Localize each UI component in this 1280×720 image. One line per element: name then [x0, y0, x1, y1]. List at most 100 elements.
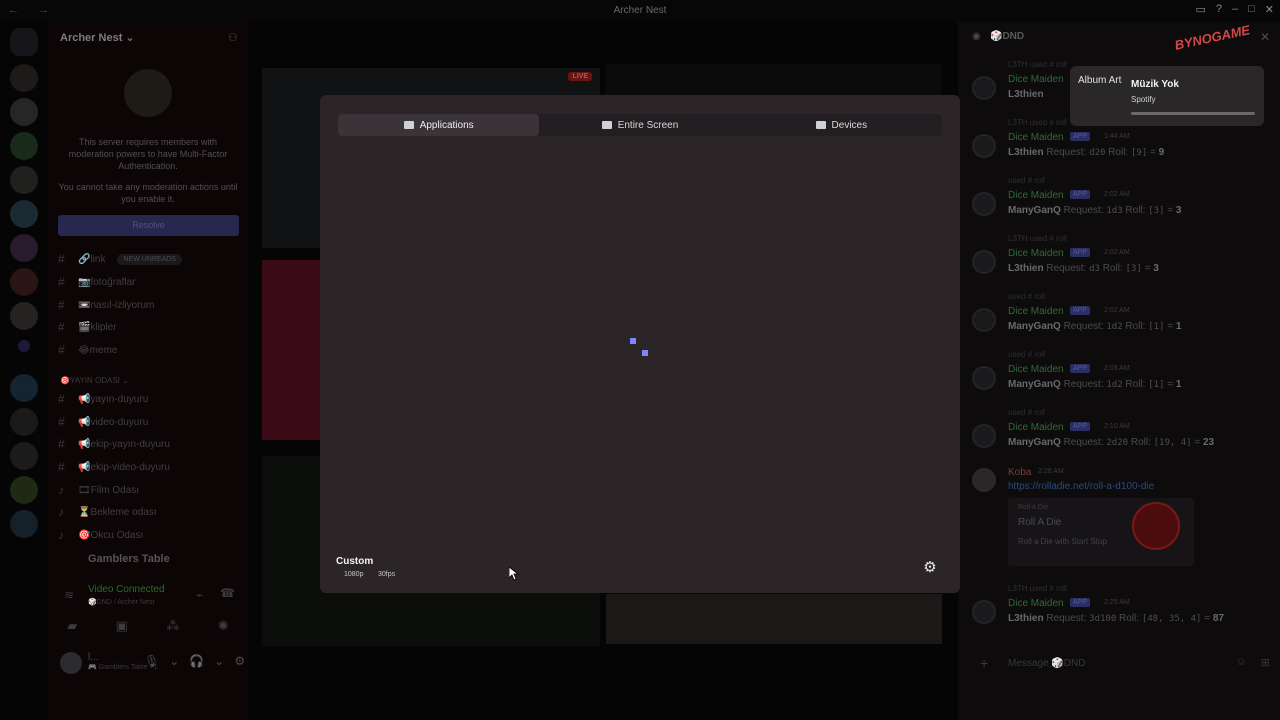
new-unreads-badge[interactable]: NEW UNREADS [117, 253, 182, 265]
server-icon[interactable] [10, 302, 38, 330]
bot-avatar[interactable] [972, 366, 996, 390]
hash-icon: # [58, 415, 65, 429]
resolve-button[interactable]: Resolve [58, 215, 239, 236]
bot-avatar[interactable] [972, 600, 996, 624]
channel-link[interactable]: # 🔗link NEW UNREADS [58, 250, 182, 268]
voice-channel-item[interactable]: ♪ 🎯Okcu Odası [58, 526, 143, 544]
message-author[interactable]: Dice Maiden [1008, 190, 1064, 201]
soundboard-icon[interactable]: ✺ [218, 618, 229, 634]
channel-item[interactable]: # 📼nasıl-izliyorum [58, 296, 154, 314]
embed-thumbnail[interactable] [1132, 502, 1180, 550]
chevron-down-icon[interactable]: ⌄ [214, 654, 224, 668]
embed-title[interactable]: Roll A Die [1018, 517, 1061, 528]
category-header[interactable]: 🎯YAYIN ODASI ⌄ [60, 376, 129, 385]
channel-label: 🎬klipler [78, 321, 117, 333]
close-button[interactable]: ✕ [1265, 3, 1274, 16]
embed-provider[interactable]: Roll a Die [1018, 504, 1048, 511]
bot-avatar[interactable] [972, 76, 996, 100]
hash-icon: # [58, 252, 65, 266]
message-link[interactable]: https://rolladie.net/roll-a-d100-die [1008, 481, 1154, 492]
camera-icon[interactable]: ▰ [67, 618, 77, 634]
server-icon[interactable] [10, 166, 38, 194]
channel-item[interactable]: # 📢yayın-duyuru [58, 390, 148, 408]
server-icon[interactable] [10, 408, 38, 436]
help-icon[interactable]: ? [1216, 3, 1222, 16]
plus-icon[interactable]: + [980, 655, 988, 671]
bot-avatar[interactable] [972, 424, 996, 448]
inbox-icon[interactable]: ▭ [1195, 3, 1205, 16]
close-icon[interactable]: ✕ [1260, 30, 1270, 44]
embed-description: Roll a Die with Start Stop [1018, 537, 1107, 546]
bot-avatar[interactable] [972, 192, 996, 216]
channel-item[interactable]: # 📢video-duyuru [58, 413, 148, 431]
message-author[interactable]: Dice Maiden [1008, 132, 1064, 143]
spotify-card[interactable]: Album Art Müzik Yok Spotify [1070, 66, 1264, 126]
server-icon[interactable] [10, 98, 38, 126]
timestamp: 2:29 AM [1104, 599, 1130, 606]
bot-avatar[interactable] [972, 308, 996, 332]
activity-icon[interactable]: ⁂ [166, 618, 179, 634]
message-author[interactable]: Dice Maiden [1008, 306, 1064, 317]
add-member-icon[interactable]: ⚇ [228, 31, 238, 44]
folder-icon[interactable] [18, 340, 30, 352]
message-input[interactable]: Message 🎲DND [1008, 658, 1085, 669]
bot-avatar[interactable] [972, 250, 996, 274]
message-author[interactable]: Koba [1008, 467, 1031, 478]
message-author[interactable]: Dice Maiden [1008, 598, 1064, 609]
channel-item[interactable]: # 📢ekip-yayın-duyuru [58, 435, 170, 453]
channel-item[interactable]: # 📢ekip-video-duyuru [58, 458, 170, 476]
server-icon[interactable] [10, 234, 38, 262]
voice-status[interactable]: Video Connected [88, 584, 165, 595]
server-icon[interactable] [10, 268, 38, 296]
apps-icon[interactable]: ⊞ [1261, 656, 1270, 669]
user-panel: l... 🎮 Gamblers Table +1 🎙 ⌄ 🎧 ⌄ ⚙ [48, 650, 248, 696]
message-author[interactable]: Dice Maiden [1008, 364, 1064, 375]
channel-item[interactable]: # 😂meme [58, 341, 117, 359]
avatar[interactable] [972, 468, 996, 492]
server-name[interactable]: Archer Nest ⌄ [60, 31, 135, 44]
message-author[interactable]: Dice Maiden [1008, 248, 1064, 259]
user-name[interactable]: l... [88, 652, 99, 663]
tab-applications[interactable]: Applications [338, 114, 540, 136]
chat-message: used # roll Dice Maiden APP 2:02 AM Many… [968, 176, 1268, 234]
video-tile[interactable] [606, 594, 942, 644]
server-icon[interactable] [10, 64, 38, 92]
thread-icon[interactable]: ◉ [972, 31, 981, 42]
minimize-button[interactable]: – [1232, 3, 1238, 16]
tab-devices[interactable]: Devices [741, 114, 942, 136]
hash-icon: # [58, 320, 65, 334]
gear-icon[interactable]: ⚙ [234, 654, 245, 668]
disconnect-icon[interactable]: ☎ [220, 586, 235, 600]
tab-entire-screen[interactable]: Entire Screen [539, 114, 740, 136]
channel-label: 📢video-duyuru [78, 416, 149, 428]
server-icon[interactable] [10, 476, 38, 504]
avatar[interactable] [60, 652, 82, 674]
voice-location[interactable]: 🎲DND / Archer Nest [88, 598, 154, 606]
bot-avatar[interactable] [972, 134, 996, 158]
server-icon[interactable] [10, 442, 38, 470]
screen-share-icon[interactable]: ▣ [116, 618, 128, 634]
message-author[interactable]: Dice Maiden [1008, 422, 1064, 433]
stream-settings-button[interactable]: ⚙ [920, 558, 940, 578]
headphones-icon[interactable]: 🎧 [189, 654, 204, 668]
emoji-icon[interactable]: ☺ [1236, 656, 1247, 669]
timestamp: 2:10 AM [1104, 423, 1130, 430]
maximize-button[interactable]: □ [1248, 3, 1255, 16]
signal-icon[interactable]: ≋ [64, 588, 74, 602]
noise-suppression-icon[interactable]: ⌁ [196, 588, 203, 602]
chevron-down-icon[interactable]: ⌄ [169, 654, 179, 668]
channel-item[interactable]: # 📷fotoğraflar [58, 273, 135, 291]
message-author[interactable]: Dice Maiden [1008, 74, 1064, 85]
server-icon[interactable] [10, 374, 38, 402]
voice-channel-item[interactable]: ♪ ⏳Bekleme odası [58, 503, 157, 521]
voice-channel-active[interactable]: Gamblers Table [48, 548, 248, 572]
server-icon[interactable] [10, 132, 38, 160]
message-composer[interactable]: + Message 🎲DND ☺ ⊞ [972, 650, 1272, 676]
mic-icon[interactable]: 🎙 [144, 654, 159, 668]
discord-icon[interactable] [10, 28, 38, 56]
channel-label: 🎯Okcu Odası [78, 529, 144, 541]
voice-channel-item[interactable]: ♪ 🎞Film Odası [58, 481, 139, 499]
server-icon[interactable] [10, 510, 38, 538]
channel-item[interactable]: # 🎬klipler [58, 318, 117, 336]
server-icon[interactable] [10, 200, 38, 228]
